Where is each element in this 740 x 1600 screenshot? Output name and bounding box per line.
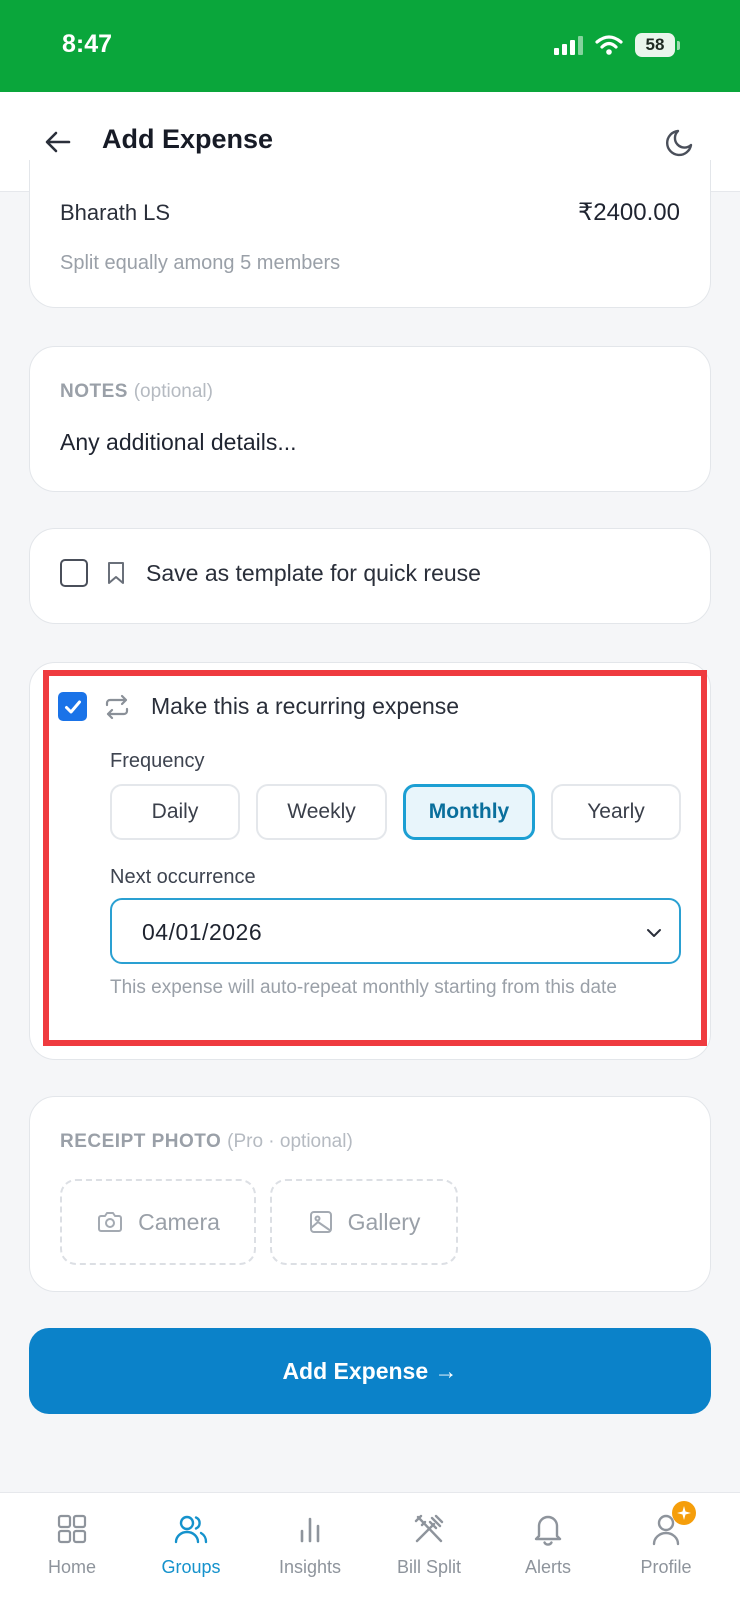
receipt-card: RECEIPT PHOTO (Pro · optional) Camera Ga… <box>29 1096 711 1292</box>
nav-label-groups: Groups <box>161 1557 221 1577</box>
split-summary-card: Bharath LS ₹2400.00 Split equally among … <box>29 160 711 308</box>
nav-label-home: Home <box>47 1557 96 1577</box>
users-icon <box>174 1515 208 1544</box>
back-button[interactable] <box>38 122 78 162</box>
frequency-weekly-button[interactable]: Weekly <box>256 784 387 840</box>
arrow-left-icon <box>45 131 71 153</box>
recurring-checkbox[interactable] <box>58 692 87 721</box>
grid-icon <box>57 1514 87 1544</box>
battery-level: 58 <box>635 33 675 57</box>
theme-toggle-button[interactable] <box>660 122 700 162</box>
nav-label-profile: Profile <box>640 1557 692 1577</box>
bookmark-icon <box>108 562 124 584</box>
camera-button[interactable]: Camera <box>60 1179 256 1265</box>
nav-item-profile[interactable]: Profile <box>606 1501 726 1578</box>
recurring-toggle[interactable]: Make this a recurring expense <box>58 692 459 721</box>
save-template-toggle[interactable]: Save as template for quick reuse <box>60 559 481 587</box>
status-icons: 58 <box>554 33 680 57</box>
bottom-nav: Home Groups Insights Bill Split Alerts P… <box>0 1492 740 1600</box>
page-title: Add Expense <box>102 124 274 154</box>
nav-item-alerts[interactable]: Alerts <box>488 1511 608 1578</box>
status-bar: 8:47 58 <box>0 0 740 92</box>
utensils-crossed-icon <box>414 1514 444 1543</box>
bell-icon <box>534 1515 562 1546</box>
add-expense-button[interactable]: Add Expense → <box>29 1328 711 1414</box>
frequency-options: Daily Weekly Monthly Yearly <box>110 784 681 840</box>
repeat-icon <box>105 694 129 719</box>
battery-icon: 58 <box>635 33 680 57</box>
payer-amount: ₹2400.00 <box>577 199 680 226</box>
cellular-signal-icon <box>554 35 583 55</box>
frequency-label: Frequency <box>110 750 205 772</box>
notes-label: NOTES (optional) <box>60 381 213 402</box>
bar-chart-icon <box>300 1517 320 1543</box>
next-occurrence-label: Next occurrence <box>110 866 256 888</box>
frequency-yearly-button[interactable]: Yearly <box>551 784 681 840</box>
frequency-daily-button[interactable]: Daily <box>110 784 240 840</box>
template-card[interactable]: Save as template for quick reuse <box>29 528 711 624</box>
status-time: 8:47 <box>62 30 113 58</box>
payer-name: Bharath LS <box>60 200 171 225</box>
frequency-monthly-button[interactable]: Monthly <box>403 784 535 840</box>
template-checkbox[interactable] <box>60 559 88 587</box>
wifi-icon <box>595 35 623 55</box>
nav-item-groups[interactable]: Groups <box>131 1511 251 1578</box>
gallery-button[interactable]: Gallery <box>270 1179 458 1265</box>
template-label: Save as template for quick reuse <box>146 559 481 586</box>
moon-icon <box>666 129 693 157</box>
receipt-label: RECEIPT PHOTO (Pro · optional) <box>60 1131 353 1152</box>
next-occurrence-value: 04/01/2026 <box>142 919 263 945</box>
recurring-label: Make this a recurring expense <box>151 693 460 719</box>
camera-label: Camera <box>138 1208 220 1235</box>
nav-item-home[interactable]: Home <box>12 1511 132 1578</box>
image-icon <box>309 1211 332 1233</box>
nav-label-bill-split: Bill Split <box>396 1557 462 1577</box>
sparkle-badge-icon <box>672 1501 696 1525</box>
auto-repeat-note: This expense will auto-repeat monthly st… <box>110 977 617 998</box>
chevron-down-icon <box>647 929 661 937</box>
nav-label-alerts: Alerts <box>524 1557 571 1577</box>
nav-label-insights: Insights <box>278 1557 342 1577</box>
camera-icon <box>98 1212 123 1232</box>
next-occurrence-select[interactable]: 04/01/2026 <box>110 898 681 964</box>
notes-card[interactable]: NOTES (optional) Any additional details.… <box>29 346 711 492</box>
split-note: Split equally among 5 members <box>60 252 341 274</box>
nav-item-bill-split[interactable]: Bill Split <box>369 1511 489 1578</box>
notes-input[interactable]: Any additional details... <box>60 429 297 456</box>
check-icon <box>64 700 81 713</box>
nav-item-insights[interactable]: Insights <box>250 1511 370 1578</box>
gallery-label: Gallery <box>347 1208 421 1235</box>
